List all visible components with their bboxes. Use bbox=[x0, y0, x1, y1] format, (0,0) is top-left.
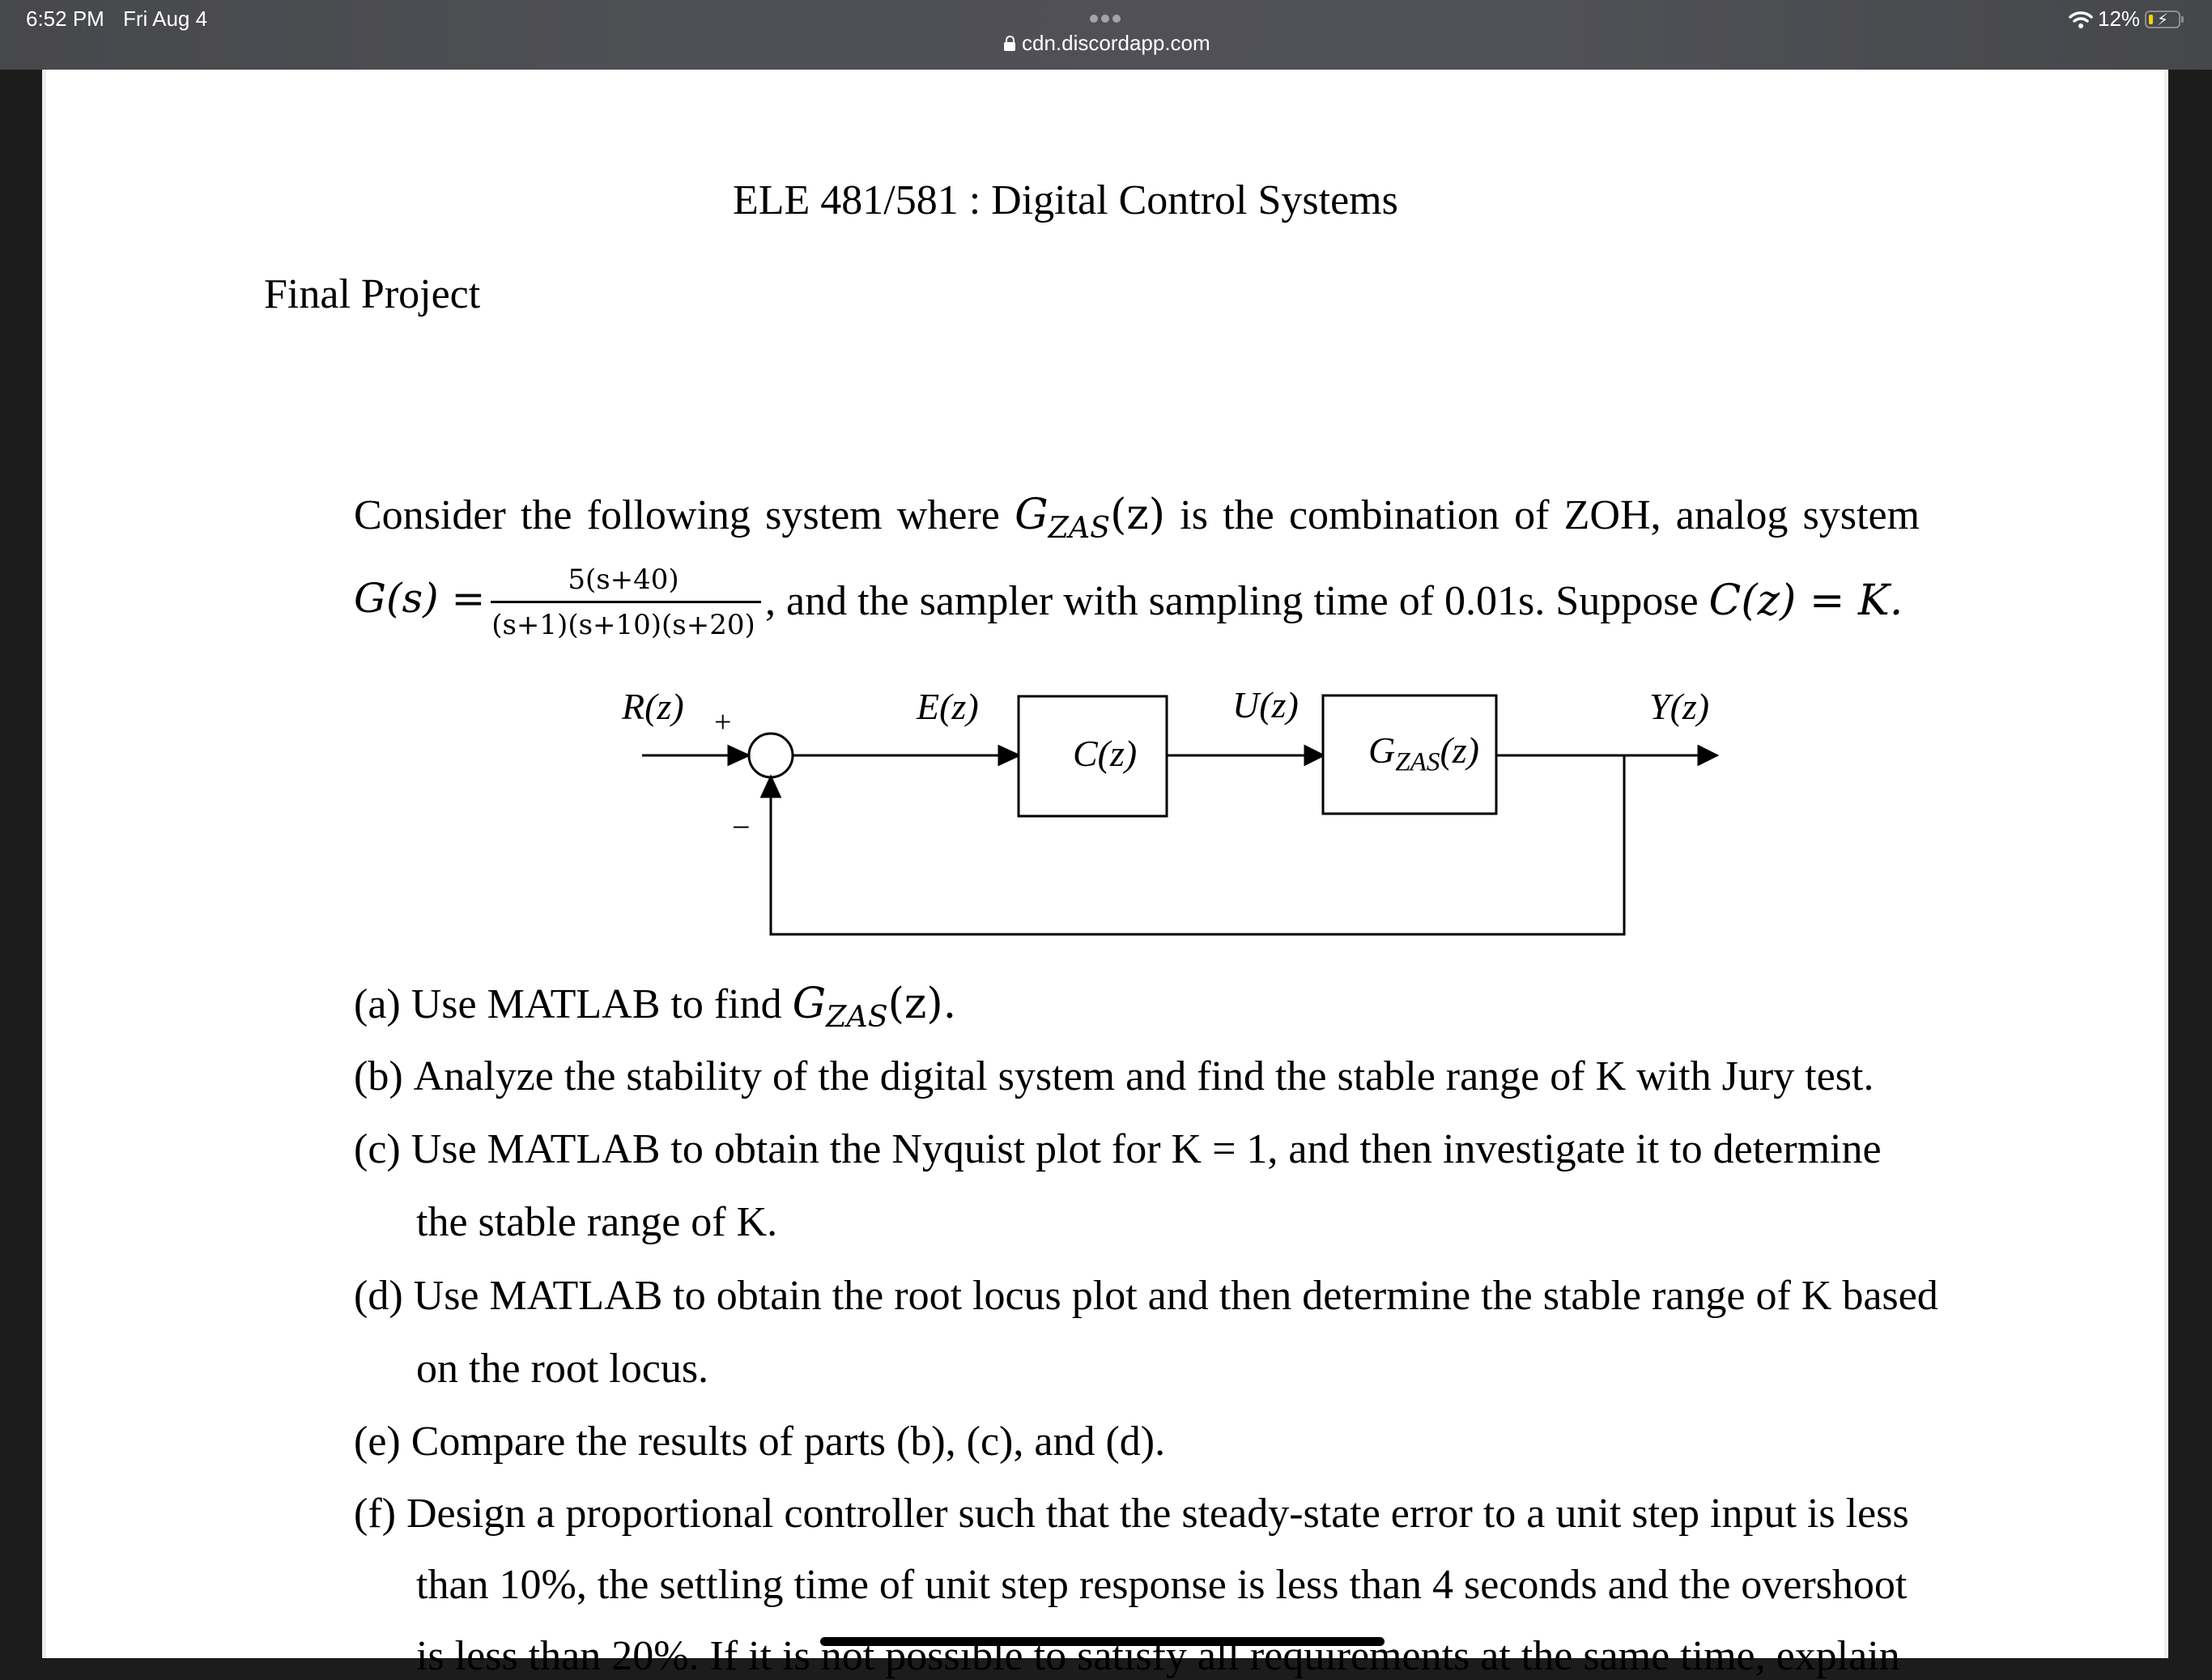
question-label: (d) bbox=[354, 1273, 403, 1319]
error-arrowhead bbox=[998, 744, 1022, 767]
question-d: (d) Use MATLAB to obtain the root locus … bbox=[354, 1273, 1938, 1319]
question-label: (a) bbox=[354, 981, 401, 1027]
question-b: (b) Analyze the stability of the digital… bbox=[354, 1053, 1874, 1099]
feedback-arrowhead bbox=[759, 774, 782, 798]
question-label: (f) bbox=[354, 1491, 396, 1537]
block-diagram bbox=[642, 694, 1720, 936]
question-f-cont-1: than 10%, the settling time of unit step… bbox=[416, 1562, 1908, 1608]
plant-block: GZAS(z) bbox=[1368, 729, 1479, 777]
question-e: (e) Compare the results of parts (b), (c… bbox=[354, 1418, 1166, 1465]
minus-sign: − bbox=[732, 809, 751, 845]
summing-junction bbox=[747, 732, 794, 779]
controller-block: C(z) bbox=[1073, 733, 1138, 774]
input-arrowhead bbox=[727, 744, 751, 767]
question-a: (a) Use MATLAB to find GZAS(z). bbox=[354, 980, 957, 1034]
control-arrowhead bbox=[1304, 744, 1326, 767]
output-label: Y(z) bbox=[1649, 686, 1710, 727]
question-d-cont: on the root locus. bbox=[416, 1346, 709, 1392]
control-label: U(z) bbox=[1232, 684, 1299, 725]
home-indicator[interactable] bbox=[820, 1637, 1385, 1646]
output-arrowhead bbox=[1697, 744, 1720, 767]
question-label: (c) bbox=[354, 1126, 401, 1172]
question-f: (f) Design a proportional controller suc… bbox=[354, 1491, 1909, 1537]
question-c-cont: the stable range of K. bbox=[416, 1199, 778, 1245]
question-label: (e) bbox=[354, 1418, 401, 1465]
question-label: (b) bbox=[354, 1053, 403, 1099]
input-label: R(z) bbox=[622, 686, 684, 727]
error-label: E(z) bbox=[917, 686, 979, 727]
plus-sign: + bbox=[714, 705, 732, 739]
question-c: (c) Use MATLAB to obtain the Nyquist plo… bbox=[354, 1126, 1882, 1172]
